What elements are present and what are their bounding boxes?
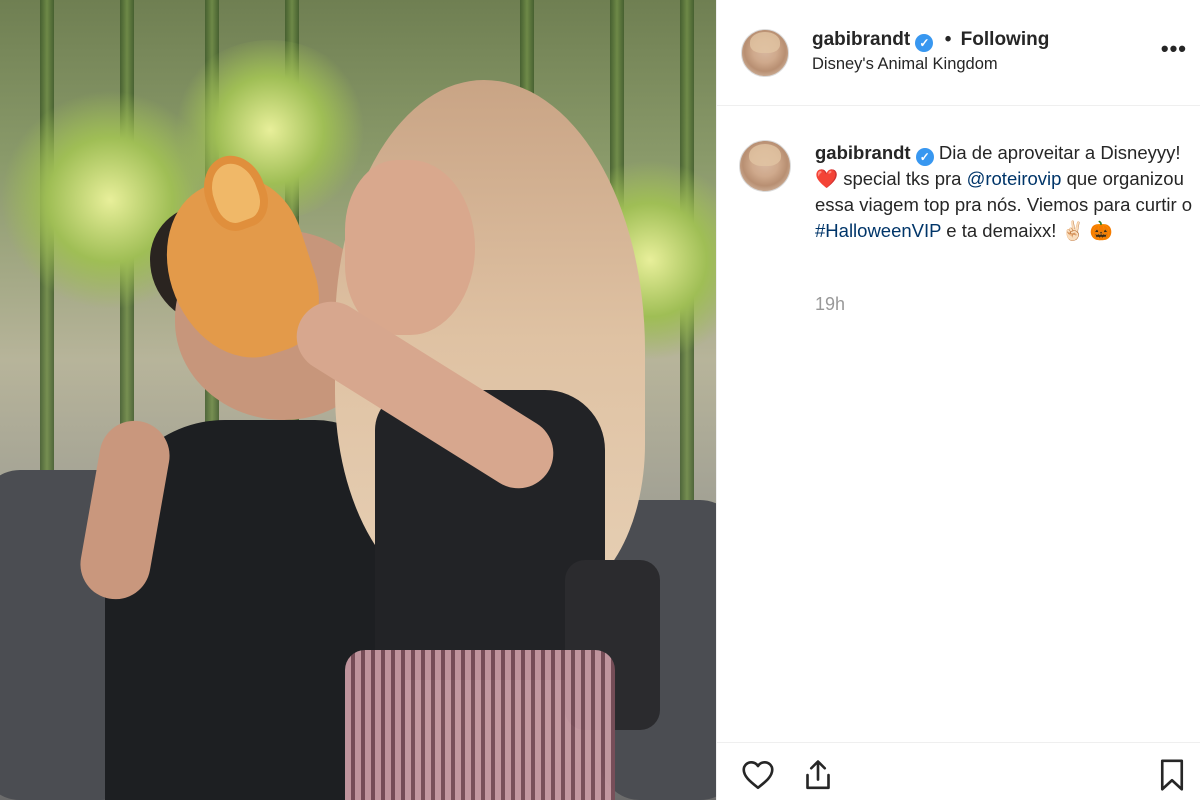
verified-badge-icon: ✓ (915, 34, 934, 52)
following-button[interactable]: Following (961, 29, 1050, 50)
author-avatar[interactable] (741, 29, 789, 77)
action-bar (717, 742, 1200, 800)
caption-section: gabibrandt ✓ Dia de aproveitar a Disneyy… (717, 106, 1200, 726)
heart-emoji: ❤️ (815, 168, 839, 189)
follow-separator: • (944, 29, 952, 50)
bookmark-icon[interactable] (1153, 757, 1191, 793)
photo-woman-face (345, 160, 475, 335)
post-timestamp[interactable]: 19h (815, 294, 845, 315)
pumpkin-emoji: 🎃 (1089, 220, 1113, 241)
more-options-icon[interactable]: ••• (1161, 38, 1187, 60)
author-name-line: gabibrandt ✓ • Following (812, 29, 1049, 52)
location-link[interactable]: Disney's Animal Kingdom (812, 55, 998, 74)
victory-emoji: ✌🏻 (1061, 220, 1085, 241)
caption-text-part: e ta demaixx! (941, 220, 1057, 241)
caption-text-part: Dia de aproveitar a Disneyyy! (938, 142, 1181, 163)
hashtag-link[interactable]: #HalloweenVIP (815, 220, 941, 241)
post-sidebar: gabibrandt ✓ • Following Disney's Animal… (716, 0, 1200, 800)
post-photo[interactable] (0, 0, 716, 800)
mention-link[interactable]: @roteirovip (967, 168, 1062, 189)
photo-woman-skirt (345, 650, 615, 800)
heart-outline-icon[interactable] (739, 757, 777, 793)
post-header: gabibrandt ✓ • Following Disney's Animal… (717, 0, 1200, 106)
caption-text-part: special tks pra (843, 168, 962, 189)
share-icon[interactable] (799, 757, 837, 793)
caption-author-avatar[interactable] (739, 140, 791, 192)
author-username[interactable]: gabibrandt (812, 29, 910, 50)
caption-username[interactable]: gabibrandt (815, 142, 911, 163)
verified-badge-icon: ✓ (915, 148, 934, 166)
caption-text: gabibrandt ✓ Dia de aproveitar a Disneyy… (815, 140, 1195, 244)
